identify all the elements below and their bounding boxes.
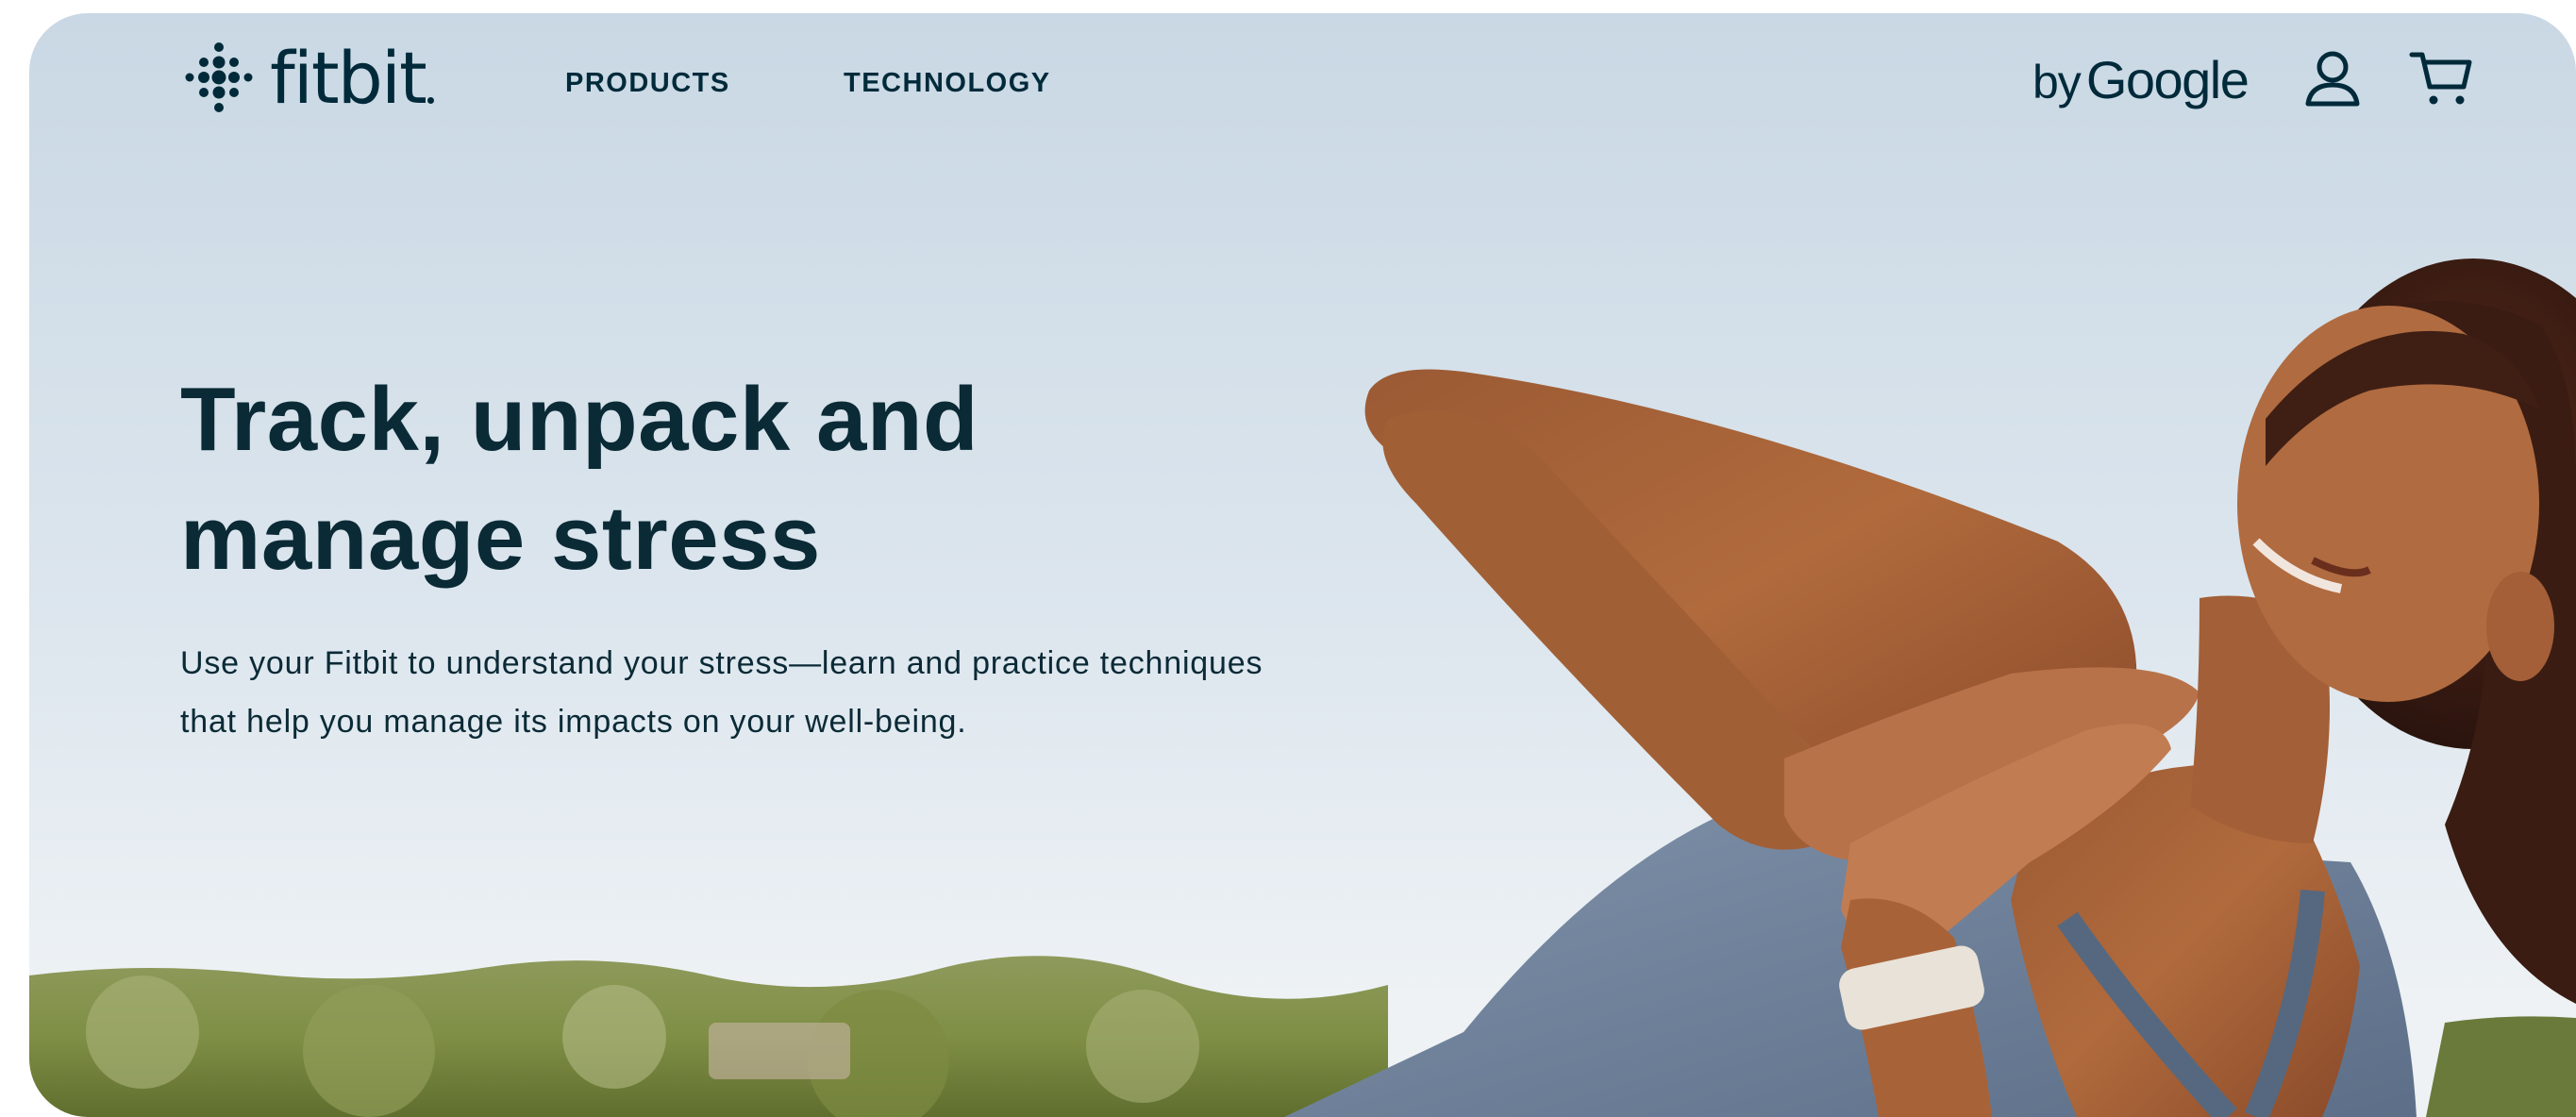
registered-mark — [427, 97, 434, 104]
hero-title-line-1: Track, unpack and — [180, 369, 979, 470]
logo-wordmark: fitbit — [270, 35, 427, 120]
by-google-badge: by Google — [2032, 49, 2250, 110]
top-navigation: fitbit PRODUCTS TECHNOLOGY by Google — [29, 13, 2576, 145]
account-icon[interactable] — [2303, 49, 2362, 112]
by-label: by — [2032, 56, 2082, 108]
hero-title-line-2: manage stress — [180, 488, 821, 589]
nav-technology[interactable]: TECHNOLOGY — [844, 68, 1051, 99]
google-label: Google — [2085, 50, 2250, 109]
cart-icon[interactable] — [2409, 49, 2475, 112]
hero-frame: fitbit PRODUCTS TECHNOLOGY by Google Tra… — [29, 13, 2576, 1117]
fitbit-logo[interactable]: fitbit — [183, 32, 434, 123]
fitbit-dots-logo-icon — [185, 42, 253, 112]
hero-title: Track, unpack and manage stress — [180, 360, 1218, 598]
hero-description: Use your Fitbit to understand your stres… — [180, 645, 1263, 740]
nav-products[interactable]: PRODUCTS — [565, 68, 730, 99]
